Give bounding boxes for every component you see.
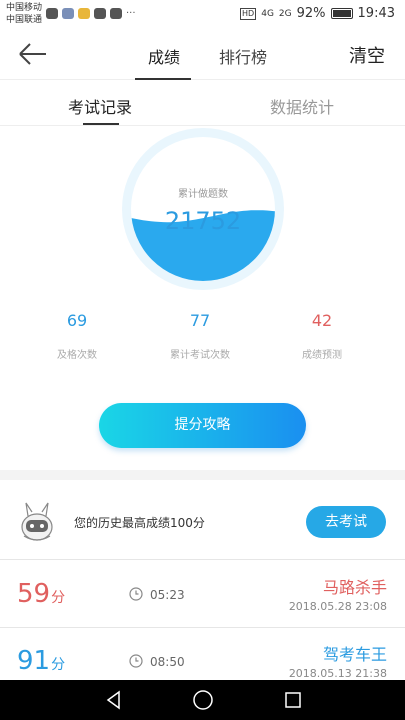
gauge-label: 累计做题数 — [178, 189, 228, 200]
stat-score-prediction: 42 成绩预测 — [267, 311, 377, 361]
stat-value: 69 — [66, 311, 88, 330]
tab-score[interactable]: 成绩 — [148, 44, 180, 68]
subtab-indicator — [83, 123, 119, 125]
clock-icon — [129, 654, 143, 668]
nav-back-icon[interactable] — [104, 690, 124, 710]
record-title: 驾考车王 — [322, 645, 387, 664]
record-duration: 08:50 — [150, 655, 185, 669]
app-header: 成绩 排行榜 清空 — [0, 28, 405, 80]
carrier-labels: 中国移动 中国联通 — [6, 2, 42, 26]
score-unit: 分 — [51, 590, 66, 606]
status-right: HD 4G 2G 92% 19:43 — [240, 6, 395, 21]
score-value: 59 — [17, 579, 51, 609]
stat-label: 累计考试次数 — [170, 350, 230, 361]
clear-button[interactable]: 清空 — [349, 42, 385, 68]
hd-icon: HD — [240, 7, 257, 20]
battery-percent: 92% — [296, 6, 326, 21]
status-bar: 中国移动 中国联通 ··· HD 4G 2G 92% 19:43 — [0, 0, 405, 28]
more-icon: ··· — [126, 8, 136, 19]
clock-time: 19:43 — [357, 6, 395, 21]
record-score: 91分 — [17, 646, 65, 676]
section-divider — [0, 470, 405, 480]
tab-exam-records[interactable]: 考试记录 — [68, 94, 132, 118]
record-score: 59分 — [17, 579, 65, 609]
score-value: 91 — [17, 646, 51, 676]
sub-tabs: 考试记录 数据统计 — [0, 80, 405, 126]
stat-value: 77 — [189, 311, 211, 330]
key-icon — [110, 8, 122, 19]
notification-icons: ··· — [46, 8, 136, 19]
record-date: 2018.05.13 21:38 — [288, 667, 387, 680]
mascot-avatar-icon — [21, 502, 53, 541]
app-notification-icon — [78, 8, 90, 19]
carrier-2: 中国联通 — [6, 15, 43, 25]
record-duration: 05:23 — [150, 588, 185, 602]
stat-pass-count: 69 及格次数 — [22, 311, 132, 361]
score-unit: 分 — [51, 657, 66, 673]
system-nav-bar — [0, 680, 405, 720]
gauge-inner: 累计做题数 21752 — [131, 137, 275, 281]
best-score-row: 您的历史最高成绩100分 去考试 — [0, 480, 405, 560]
record-title: 马路杀手 — [322, 578, 387, 597]
stat-label: 成绩预测 — [302, 350, 342, 361]
battery-icon — [330, 8, 353, 19]
clock-icon — [129, 587, 143, 601]
signal-icon: 2G — [278, 8, 292, 19]
back-arrow-icon[interactable] — [16, 40, 50, 68]
gauge-value: 21752 — [164, 207, 242, 235]
questions-gauge: 累计做题数 21752 — [122, 128, 284, 290]
wechat-icon — [46, 8, 58, 19]
stat-label: 及格次数 — [57, 350, 97, 361]
message-icon — [94, 8, 106, 19]
tab-ranking[interactable]: 排行榜 — [219, 44, 267, 68]
stat-exam-count: 77 累计考试次数 — [145, 311, 255, 361]
tab-data-stats[interactable]: 数据统计 — [270, 94, 334, 118]
best-score-text: 您的历史最高成绩100分 — [74, 516, 205, 530]
app-notification-icon — [62, 8, 74, 19]
list-item[interactable]: 59分 05:23 马路杀手 2018.05.28 23:08 — [0, 561, 405, 628]
nav-home-icon[interactable] — [192, 689, 214, 711]
take-exam-button[interactable]: 去考试 — [306, 506, 386, 538]
carrier-1: 中国移动 — [6, 3, 43, 13]
nav-recent-apps-icon[interactable] — [284, 691, 302, 709]
improve-score-button[interactable]: 提分攻略 — [99, 403, 306, 448]
stat-value: 42 — [311, 311, 333, 330]
signal-icon: 4G — [261, 8, 274, 19]
record-date: 2018.05.28 23:08 — [288, 600, 387, 613]
